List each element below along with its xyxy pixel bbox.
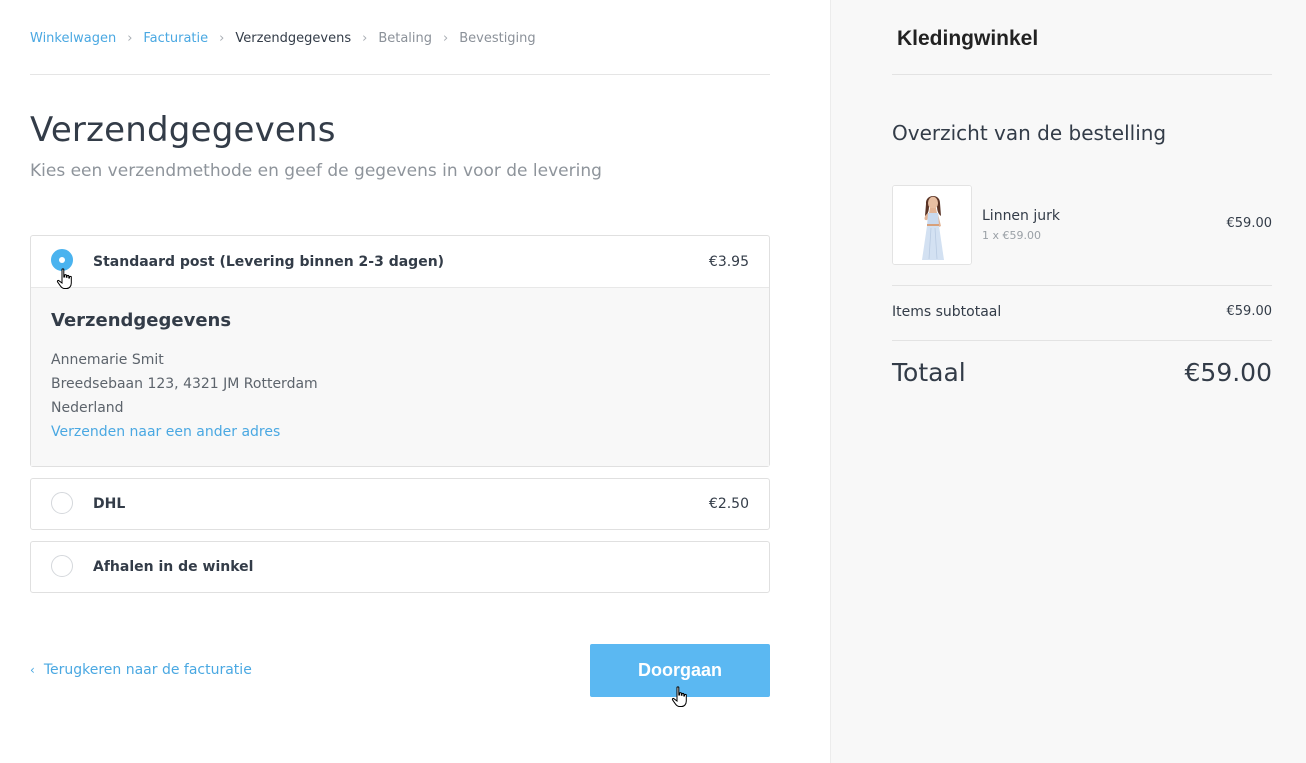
checkout-main: Winkelwagen › Facturatie › Verzendgegeve… — [0, 0, 830, 763]
shipping-option-label: Afhalen in de winkel — [93, 559, 254, 575]
change-address-link[interactable]: Verzenden naar een ander adres — [51, 420, 749, 444]
shipping-details-title: Verzendgegevens — [51, 310, 232, 331]
hand-pointer-cursor-icon — [671, 686, 687, 707]
breadcrumb-item-betaling: Betaling — [378, 30, 433, 46]
breadcrumb-separator-icon: › — [443, 30, 449, 46]
shipping-country: Nederland — [51, 400, 124, 416]
breadcrumb-separator-icon: › — [362, 30, 368, 46]
divider — [30, 74, 770, 75]
total-label: Totaal — [892, 358, 966, 387]
product-image — [892, 185, 972, 265]
page-subtitle: Kies een verzendmethode en geef de gegev… — [30, 161, 602, 181]
divider — [892, 285, 1272, 286]
breadcrumb-separator-icon: › — [219, 30, 225, 46]
product-dress-image-icon — [893, 186, 971, 264]
breadcrumb-item-winkelwagen[interactable]: Winkelwagen — [30, 31, 116, 46]
breadcrumb-item-bevestiging: Bevestiging — [459, 30, 536, 46]
breadcrumb: Winkelwagen › Facturatie › Verzendgegeve… — [30, 30, 770, 46]
breadcrumb-separator-icon: › — [127, 30, 133, 46]
back-link-label: Terugkeren naar de facturatie — [43, 662, 252, 678]
hand-pointer-cursor-icon — [56, 268, 72, 289]
order-summary-title: Overzicht van de bestelling — [892, 121, 1167, 145]
chevron-left-icon: ‹ — [30, 663, 35, 677]
back-to-billing-link[interactable]: ‹ Terugkeren naar de facturatie — [30, 662, 252, 678]
shipping-option-standard: Standaard post (Levering binnen 2-3 dage… — [30, 235, 770, 467]
product-quantity: 1 x €59.00 — [982, 229, 1041, 242]
shipping-street: Breedsebaan 123, 4321 JM Rotterdam — [51, 376, 318, 392]
radio-unchecked-icon[interactable] — [51, 492, 73, 514]
breadcrumb-item-facturatie[interactable]: Facturatie — [143, 31, 208, 46]
subtotal-label: Items subtotaal — [892, 304, 1002, 320]
product-name: Linnen jurk — [982, 208, 1060, 224]
divider — [892, 340, 1272, 341]
total-value: €59.00 — [1184, 358, 1272, 387]
subtotal-value: €59.00 — [1226, 304, 1273, 319]
shipping-option-price: €2.50 — [708, 496, 749, 512]
shipping-option-label: Standaard post (Levering binnen 2-3 dage… — [93, 253, 445, 270]
shipping-option-standard-row[interactable]: Standaard post (Levering binnen 2-3 dage… — [31, 236, 769, 287]
shipping-option-pickup-row[interactable]: Afhalen in de winkel — [31, 542, 769, 592]
shipping-name: Annemarie Smit — [51, 352, 164, 368]
shipping-details-panel: Verzendgegevens Annemarie Smit Breedseba… — [31, 287, 769, 466]
store-logo[interactable]: Kledingwinkel — [897, 27, 1038, 51]
shipping-option-price: €3.95 — [708, 253, 749, 270]
breadcrumb-item-verzendgegevens: Verzendgegevens — [235, 30, 352, 46]
page-title: Verzendgegevens — [30, 110, 336, 150]
radio-unchecked-icon[interactable] — [51, 555, 73, 577]
shipping-option-dhl-row[interactable]: DHL €2.50 — [31, 479, 769, 529]
shipping-option-pickup: Afhalen in de winkel — [30, 541, 770, 593]
order-summary-sidebar: Kledingwinkel Overzicht van de bestellin… — [830, 0, 1306, 763]
shipping-option-dhl: DHL €2.50 — [30, 478, 770, 530]
product-price: €59.00 — [1226, 216, 1273, 231]
divider — [892, 74, 1272, 75]
shipping-option-label: DHL — [93, 496, 126, 512]
